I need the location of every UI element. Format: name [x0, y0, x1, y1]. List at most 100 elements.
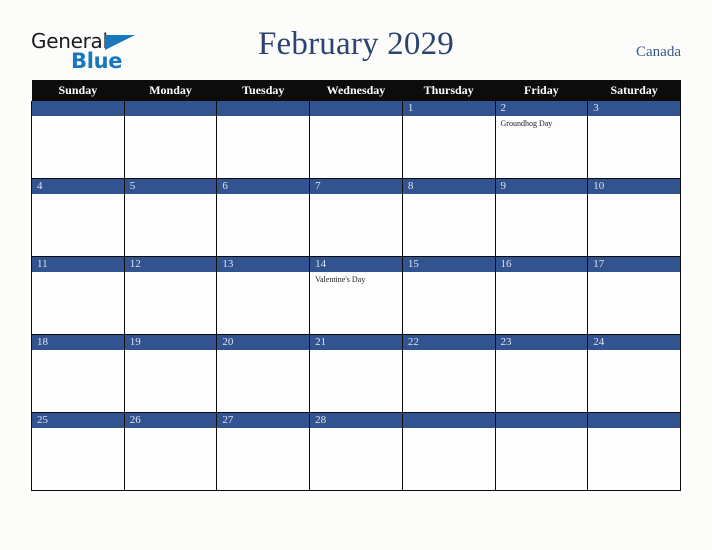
calendar-day-cell[interactable]: 20 — [216, 334, 311, 413]
calendar-day-cell[interactable]: 27 — [216, 412, 311, 491]
day-number: 9 — [495, 179, 588, 194]
day-number: 4 — [32, 179, 124, 194]
calendar-week-row: 25 26 27 28 — [31, 412, 681, 491]
day-number — [588, 413, 680, 428]
day-events — [310, 194, 402, 197]
day-events — [125, 116, 217, 119]
calendar-day-cell[interactable]: 14 Valentine's Day — [309, 256, 403, 335]
day-cell-content: 22 — [402, 335, 495, 412]
day-events — [310, 428, 402, 431]
day-number: 11 — [32, 257, 124, 272]
day-events — [403, 272, 495, 275]
day-cell-content: 18 — [32, 335, 124, 412]
day-events — [588, 194, 680, 197]
calendar-day-cell[interactable]: 26 — [123, 412, 218, 491]
day-events — [125, 194, 217, 197]
day-number: 7 — [310, 179, 402, 194]
day-cell-content: 26 — [124, 413, 217, 490]
day-cell-content: 1 — [402, 101, 495, 178]
day-events — [496, 350, 588, 353]
weekday-header-row: Sunday Monday Tuesday Wednesday Thursday… — [31, 80, 681, 101]
day-cell-content: 24 — [588, 335, 680, 412]
calendar-day-cell[interactable]: 10 — [587, 178, 681, 257]
calendar-day-cell[interactable]: 25 — [31, 412, 125, 491]
day-cell-content — [495, 413, 588, 490]
day-number: 16 — [495, 257, 588, 272]
calendar-day-cell[interactable]: 15 — [401, 256, 496, 335]
day-events — [310, 350, 402, 353]
day-number: 22 — [402, 335, 495, 350]
day-number: 17 — [588, 257, 680, 272]
day-cell-content — [310, 101, 402, 178]
calendar-day-cell[interactable]: 6 — [216, 178, 311, 257]
calendar-day-cell[interactable]: 8 — [401, 178, 496, 257]
day-cell-content: 11 — [32, 257, 124, 334]
calendar-day-cell[interactable]: 1 — [401, 101, 496, 179]
day-number: 6 — [217, 179, 310, 194]
weekday-header-wednesday: Wednesday — [309, 80, 403, 101]
day-cell-content: 23 — [495, 335, 588, 412]
holiday-label: Groundhog Day — [500, 119, 553, 128]
day-number: 2 — [495, 101, 588, 116]
day-number: 15 — [402, 257, 495, 272]
day-events — [588, 272, 680, 275]
day-cell-content: 10 — [588, 179, 680, 256]
day-cell-content: 3 — [588, 101, 680, 178]
day-number: 5 — [124, 179, 217, 194]
calendar-day-cell[interactable]: 18 — [31, 334, 125, 413]
day-cell-content: 5 — [124, 179, 217, 256]
calendar-empty-cell — [401, 412, 496, 491]
calendar-day-cell[interactable]: 5 — [123, 178, 218, 257]
calendar-empty-cell — [123, 101, 218, 179]
day-events — [125, 350, 217, 353]
day-events: Valentine's Day — [310, 272, 402, 285]
calendar-week-row: 4 5 6 7 8 9 10 — [31, 178, 681, 257]
weekday-header-monday: Monday — [124, 80, 217, 101]
calendar-empty-cell — [216, 101, 311, 179]
day-cell-content — [588, 413, 680, 490]
calendar-day-cell[interactable]: 22 — [401, 334, 496, 413]
calendar-day-cell[interactable]: 12 — [123, 256, 218, 335]
day-number: 23 — [495, 335, 588, 350]
calendar-day-cell[interactable]: 16 — [494, 256, 589, 335]
holiday-label: Valentine's Day — [315, 275, 366, 284]
calendar-day-cell[interactable]: 2 Groundhog Day — [494, 101, 589, 179]
day-number — [217, 101, 310, 116]
calendar-day-cell[interactable]: 7 — [309, 178, 403, 257]
calendar-empty-cell — [309, 101, 403, 179]
calendar-day-cell[interactable]: 4 — [31, 178, 125, 257]
calendar-day-cell[interactable]: 9 — [494, 178, 589, 257]
calendar-empty-cell — [494, 412, 589, 491]
day-number: 8 — [402, 179, 495, 194]
calendar-empty-cell — [587, 412, 681, 491]
day-cell-content: 21 — [310, 335, 402, 412]
calendar-day-cell[interactable]: 19 — [123, 334, 218, 413]
calendar-day-cell[interactable]: 28 — [309, 412, 403, 491]
day-number: 27 — [217, 413, 310, 428]
day-number: 26 — [124, 413, 217, 428]
day-events — [310, 116, 402, 119]
day-cell-content — [217, 101, 310, 178]
day-number — [495, 413, 588, 428]
day-cell-content: 13 — [217, 257, 310, 334]
page-title: February 2029 — [258, 26, 454, 62]
calendar-day-cell[interactable]: 13 — [216, 256, 311, 335]
calendar-day-cell[interactable]: 21 — [309, 334, 403, 413]
day-events — [403, 194, 495, 197]
day-number: 20 — [217, 335, 310, 350]
day-cell-content: 27 — [217, 413, 310, 490]
calendar-day-cell[interactable]: 11 — [31, 256, 125, 335]
day-cell-content: 20 — [217, 335, 310, 412]
day-events — [32, 272, 124, 275]
calendar-grid: Sunday Monday Tuesday Wednesday Thursday… — [31, 80, 681, 491]
calendar-day-cell[interactable]: 3 — [587, 101, 681, 179]
day-number: 28 — [310, 413, 402, 428]
day-number: 25 — [32, 413, 124, 428]
calendar-day-cell[interactable]: 24 — [587, 334, 681, 413]
day-events — [32, 116, 124, 119]
day-cell-content: 14 Valentine's Day — [310, 257, 402, 334]
weekday-header-friday: Friday — [495, 80, 588, 101]
calendar-day-cell[interactable]: 23 — [494, 334, 589, 413]
country-label: Canada — [636, 44, 681, 60]
calendar-day-cell[interactable]: 17 — [587, 256, 681, 335]
